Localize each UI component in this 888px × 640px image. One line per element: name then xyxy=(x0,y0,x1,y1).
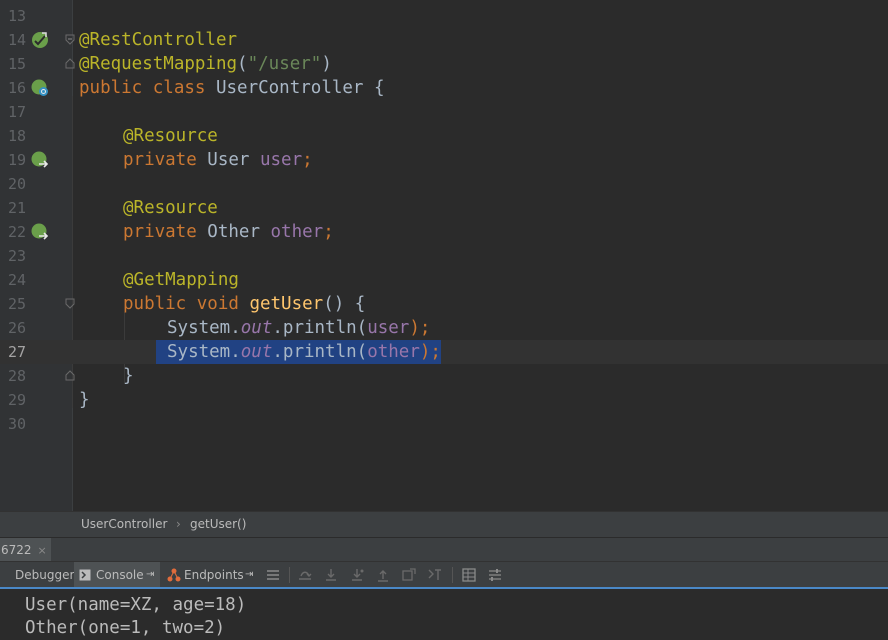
step-into-icon[interactable] xyxy=(349,567,365,583)
fold-marker-icon[interactable] xyxy=(65,34,75,45)
code-line[interactable]: 18 @Resource xyxy=(0,124,888,148)
injection-point-icon[interactable] xyxy=(31,151,49,169)
code-line[interactable]: 21 @Resource xyxy=(0,196,888,220)
line-number: 25 xyxy=(7,295,26,313)
spring-bean-icon[interactable] xyxy=(31,31,49,49)
trace-settings-icon[interactable] xyxy=(487,567,503,583)
console-line: Other(one=1, two=2) xyxy=(25,618,226,638)
line-number: 26 xyxy=(7,319,26,337)
show-execution-point-icon[interactable] xyxy=(297,567,313,583)
code-line[interactable]: 15 @RequestMapping("/user") xyxy=(0,52,888,76)
code-text: private Other other; xyxy=(123,222,334,242)
code-text: System.out.println(user); xyxy=(167,318,431,338)
step-over-icon[interactable] xyxy=(323,567,339,583)
close-tab-icon[interactable]: × xyxy=(38,544,47,557)
code-text: } xyxy=(79,390,90,410)
code-text: @GetMapping xyxy=(123,270,239,290)
line-number: 19 xyxy=(7,151,26,169)
breadcrumb-class[interactable]: UserController xyxy=(81,517,167,531)
spring-bean-search-icon[interactable] xyxy=(31,79,49,97)
code-line[interactable]: 28 } xyxy=(0,364,888,388)
code-text: public void getUser() { xyxy=(123,294,366,314)
line-number: 18 xyxy=(7,127,26,145)
line-number: 27 xyxy=(7,343,26,361)
fold-marker-icon[interactable] xyxy=(65,298,75,309)
code-text: } xyxy=(123,366,134,386)
endpoints-icon xyxy=(167,568,181,582)
line-number: 17 xyxy=(7,103,26,121)
code-text: @RestController xyxy=(79,30,238,50)
code-editor[interactable]: 13 14 @RestController 15 @RequestMapping… xyxy=(0,0,888,511)
console-label: Console xyxy=(96,568,144,582)
step-out-icon[interactable] xyxy=(375,567,391,583)
line-number: 24 xyxy=(7,271,26,289)
console-line: User(name=XZ, age=18) xyxy=(25,595,247,615)
code-text: public class UserController { xyxy=(79,78,385,98)
code-line[interactable]: 26 System.out.println(user); xyxy=(0,316,888,340)
endpoints-label: Endpoints xyxy=(184,568,244,582)
code-line[interactable]: 19 private User user; xyxy=(0,148,888,172)
code-text: @RequestMapping("/user") xyxy=(79,54,332,74)
code-line[interactable]: 16 public class UserController { xyxy=(0,76,888,100)
line-number: 30 xyxy=(7,415,26,433)
breadcrumb: UserController › getUser() xyxy=(0,511,888,538)
line-number: 14 xyxy=(7,31,26,49)
list-icon[interactable] xyxy=(265,567,281,583)
line-number: 22 xyxy=(7,223,26,241)
code-line-current[interactable]: 27 System.out.println(other); xyxy=(0,340,888,364)
tab-debugger[interactable]: Debugger xyxy=(15,562,74,588)
console-output[interactable]: User(name=XZ, age=18) Other(one=1, two=2… xyxy=(0,587,888,638)
line-number: 29 xyxy=(7,391,26,409)
toolbar-separator xyxy=(289,567,290,583)
line-number: 21 xyxy=(7,199,26,217)
line-number: 13 xyxy=(7,7,26,25)
breadcrumb-method[interactable]: getUser() xyxy=(190,517,246,531)
fold-marker-icon[interactable] xyxy=(65,370,75,381)
code-line[interactable]: 17 xyxy=(0,100,888,124)
code-line[interactable]: 22 private Other other; xyxy=(0,220,888,244)
code-text: @Resource xyxy=(123,126,218,146)
code-line[interactable]: 20 xyxy=(0,172,888,196)
pin-icon[interactable]: ⇥ xyxy=(146,562,154,588)
debug-toolbar: Debugger Console ⇥ Endpoints ⇥ xyxy=(0,561,888,588)
console-icon xyxy=(79,569,91,581)
line-number: 28 xyxy=(7,367,26,385)
code-line[interactable]: 23 xyxy=(0,244,888,268)
line-number: 15 xyxy=(7,55,26,73)
tab-console[interactable]: Console ⇥ xyxy=(74,562,160,588)
evaluate-expression-icon[interactable] xyxy=(461,567,477,583)
line-number: 20 xyxy=(7,175,26,193)
drop-frame-icon[interactable] xyxy=(401,567,417,583)
line-number: 16 xyxy=(7,79,26,97)
tab-endpoints[interactable]: Endpoints ⇥ xyxy=(165,562,259,588)
run-config-tab[interactable]: 6722 × xyxy=(0,538,51,562)
code-text: private User user; xyxy=(123,150,313,170)
run-tab-bar: 6722 × xyxy=(0,537,888,562)
breadcrumb-separator: › xyxy=(176,517,181,531)
code-line[interactable]: 24 @GetMapping xyxy=(0,268,888,292)
selected-code-text[interactable]: System.out.println(other); xyxy=(156,340,441,364)
code-line[interactable]: 14 @RestController xyxy=(0,28,888,52)
pin-icon[interactable]: ⇥ xyxy=(245,562,253,588)
run-to-cursor-icon[interactable] xyxy=(427,567,443,583)
injection-point-icon[interactable] xyxy=(31,223,49,241)
line-number: 23 xyxy=(7,247,26,265)
fold-marker-icon[interactable] xyxy=(65,58,75,69)
code-line[interactable]: 25 public void getUser() { xyxy=(0,292,888,316)
run-config-label: 6722 xyxy=(1,543,32,557)
code-line[interactable]: 13 xyxy=(0,4,888,28)
code-text: @Resource xyxy=(123,198,218,218)
code-line[interactable]: 29 } xyxy=(0,388,888,412)
toolbar-separator xyxy=(452,567,453,583)
code-line[interactable]: 30 xyxy=(0,412,888,436)
